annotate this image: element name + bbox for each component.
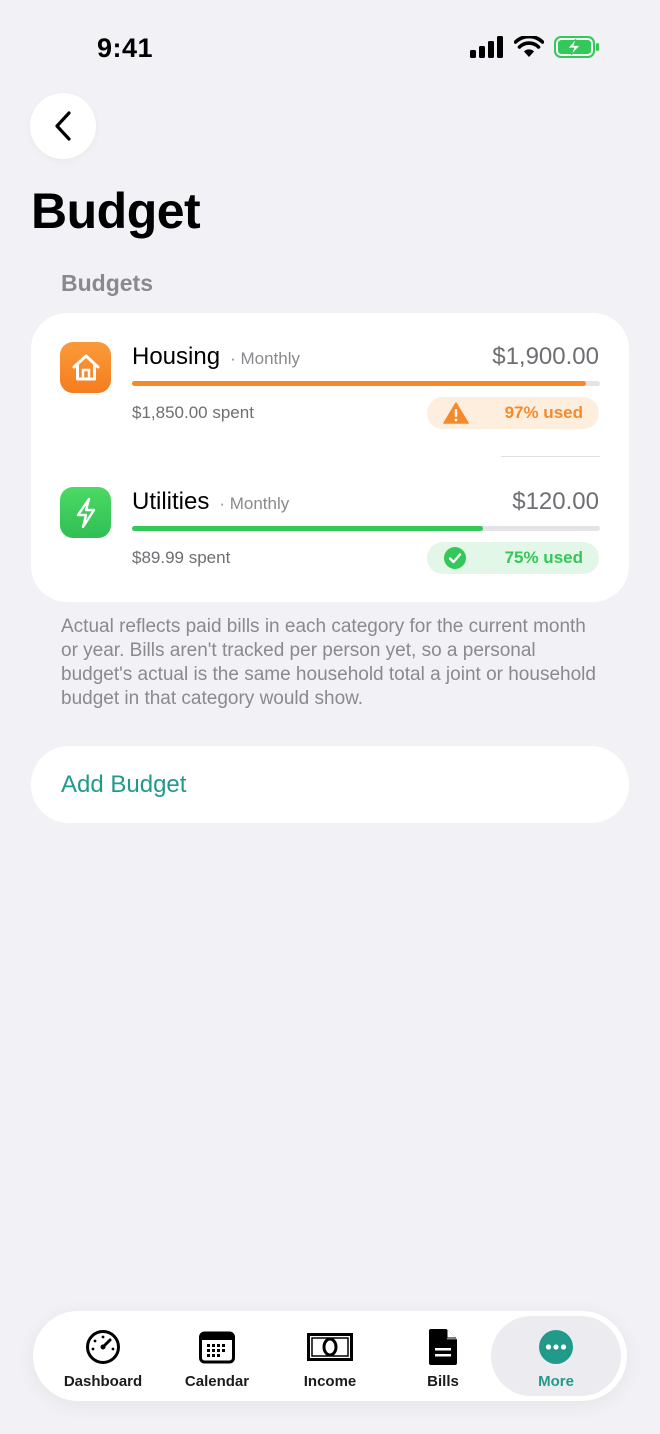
budget-amount: $120.00 — [512, 488, 599, 515]
tab-more[interactable]: More — [491, 1316, 621, 1396]
budget-row-utilities[interactable]: Utilities · Monthly $120.00 $89.99 spent … — [31, 458, 629, 574]
document-icon — [429, 1329, 457, 1365]
budget-amount: $1,900.00 — [492, 343, 599, 370]
status-time: 9:41 — [97, 33, 154, 63]
tab-dashboard[interactable]: Dashboard — [46, 1311, 160, 1401]
battery-charging-icon — [554, 36, 599, 58]
calendar-icon — [199, 1331, 235, 1364]
section-header-budgets: Budgets — [61, 270, 153, 296]
budget-spent: $89.99 spent — [132, 548, 231, 567]
usage-badge-warning: 97% used — [427, 397, 599, 429]
status-icons — [470, 36, 600, 58]
wifi-icon — [514, 36, 544, 57]
banknote-icon — [307, 1333, 353, 1361]
budget-progress-fill — [132, 526, 483, 531]
row-divider — [501, 456, 600, 457]
tab-label: More — [538, 1373, 574, 1390]
budget-name: Housing · Monthly — [132, 343, 300, 370]
budgets-card: Housing · Monthly $1,900.00 $1,850.00 spe… — [31, 313, 629, 602]
warning-triangle-icon — [443, 402, 469, 424]
page-title: Budget — [31, 183, 201, 239]
tab-bills[interactable]: Bills — [386, 1311, 500, 1401]
usage-badge-label: 75% used — [504, 548, 583, 567]
back-button[interactable] — [30, 93, 96, 159]
tab-label: Dashboard — [63, 1373, 143, 1390]
budget-row-housing[interactable]: Housing · Monthly $1,900.00 $1,850.00 spe… — [31, 313, 629, 429]
usage-badge-ok: 75% used — [427, 542, 599, 574]
house-icon — [60, 342, 111, 393]
budget-spent: $1,850.00 spent — [132, 403, 254, 422]
ellipsis-icon — [539, 1330, 573, 1364]
tab-label: Bills — [427, 1373, 459, 1390]
budget-progress-track — [132, 381, 600, 386]
cellular-signal-icon — [470, 36, 503, 58]
budget-period: · Monthly — [219, 494, 290, 513]
tab-label: Calendar — [184, 1373, 250, 1390]
budget-name: Utilities · Monthly — [132, 488, 290, 515]
budget-footnote: Actual reflects paid bills in each categ… — [61, 616, 596, 709]
gauge-icon — [86, 1330, 120, 1364]
add-budget-button[interactable]: Add Budget — [31, 746, 629, 823]
tab-bar: Dashboard Calendar Income Bills More — [33, 1311, 627, 1401]
tab-income[interactable]: Income — [273, 1311, 387, 1401]
budget-period: · Monthly — [230, 349, 300, 368]
budget-progress-fill — [132, 381, 586, 386]
chevron-left-icon — [55, 111, 71, 141]
usage-badge-label: 97% used — [504, 403, 583, 422]
bolt-icon — [60, 487, 111, 538]
checkmark-circle-icon — [444, 547, 466, 569]
tab-calendar[interactable]: Calendar — [160, 1311, 274, 1401]
status-bar: 9:41 — [0, 0, 660, 90]
budget-progress-track — [132, 526, 600, 531]
tab-label: Income — [303, 1373, 357, 1390]
